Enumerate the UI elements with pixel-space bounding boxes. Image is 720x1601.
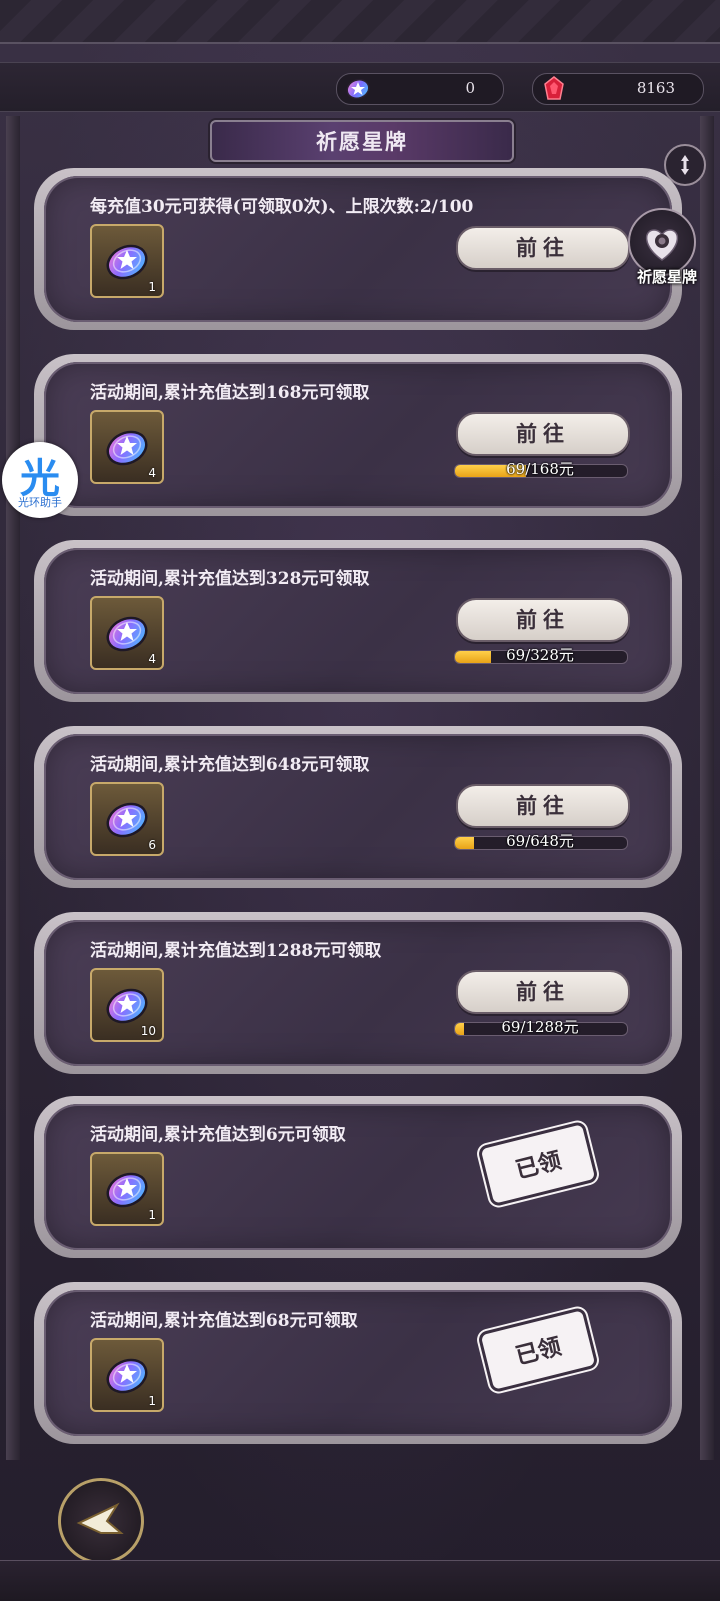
task-title: 活动期间,累计充值达到68元可领取 bbox=[90, 1311, 358, 1331]
star-card-count: 0 bbox=[465, 79, 475, 97]
halo-assistant-float[interactable]: 光 光环助手 bbox=[2, 442, 78, 518]
reward-count: 6 bbox=[148, 838, 156, 852]
reward-count: 1 bbox=[148, 1208, 156, 1222]
red-gem-count: 8163 bbox=[636, 79, 675, 97]
reward-item[interactable]: 1 bbox=[90, 1338, 164, 1412]
reward-count: 4 bbox=[148, 466, 156, 480]
page-title: 祈愿星牌 bbox=[316, 129, 408, 154]
halo-assistant-icon: 光 bbox=[20, 456, 60, 502]
reward-count: 1 bbox=[148, 280, 156, 294]
reward-item[interactable]: 10 bbox=[90, 968, 164, 1042]
task-card: 活动期间,累计充值达到648元可领取 6 前往 69/648元 bbox=[34, 726, 682, 888]
star-card-icon bbox=[346, 78, 370, 100]
star-card-icon bbox=[106, 988, 148, 1024]
task-card: 活动期间,累计充值达到168元可领取 4 前往 69/168元 bbox=[34, 354, 682, 516]
reward-item[interactable]: 4 bbox=[90, 596, 164, 670]
star-card-icon bbox=[106, 1358, 148, 1394]
reward-item[interactable]: 6 bbox=[90, 782, 164, 856]
star-card-icon bbox=[106, 1172, 148, 1208]
task-title: 每充值30元可获得(可领取0次)、上限次数:2/100 bbox=[90, 197, 474, 217]
reward-count: 10 bbox=[140, 1024, 156, 1038]
reward-item[interactable]: 1 bbox=[90, 224, 164, 298]
task-title: 活动期间,累计充值达到6元可领取 bbox=[90, 1125, 346, 1145]
red-gem-currency[interactable]: 8163 bbox=[532, 73, 704, 105]
progress-text: 69/328元 bbox=[506, 646, 574, 664]
goto-button[interactable]: 前往 bbox=[456, 970, 630, 1014]
rose-heart-icon bbox=[646, 229, 678, 261]
task-card: 活动期间,累计充值达到328元可领取 4 前往 69/328元 bbox=[34, 540, 682, 702]
star-card-icon bbox=[106, 802, 148, 838]
goto-button[interactable]: 前往 bbox=[456, 784, 630, 828]
bottom-ornament-bar bbox=[0, 1560, 720, 1601]
star-card-icon bbox=[106, 430, 148, 466]
top-pattern-bar bbox=[0, 0, 720, 44]
back-arrow-icon bbox=[76, 1502, 124, 1534]
task-card: 每充值30元可获得(可领取0次)、上限次数:2/100 1 前往 bbox=[34, 168, 682, 330]
right-frame-edge bbox=[700, 116, 714, 1460]
progress-text: 69/1288元 bbox=[501, 1018, 579, 1036]
reward-count: 1 bbox=[148, 1394, 156, 1408]
page-title-plate: 祈愿星牌 bbox=[210, 120, 514, 162]
back-button[interactable] bbox=[58, 1478, 144, 1564]
progress-text: 69/648元 bbox=[506, 832, 574, 850]
task-title: 活动期间,累计充值达到168元可领取 bbox=[90, 383, 370, 403]
reward-item[interactable]: 4 bbox=[90, 410, 164, 484]
task-card: 活动期间,累计充值达到6元可领取 1 已领 bbox=[34, 1096, 682, 1258]
goto-button[interactable]: 前往 bbox=[456, 598, 630, 642]
left-frame-edge bbox=[6, 116, 20, 1460]
halo-assistant-label: 光环助手 bbox=[18, 496, 62, 509]
star-card-icon bbox=[106, 616, 148, 652]
task-title: 活动期间,累计充值达到648元可领取 bbox=[90, 755, 370, 775]
goto-button[interactable]: 前往 bbox=[456, 226, 630, 270]
currency-bar: 0 8163 bbox=[0, 62, 720, 112]
reward-item[interactable]: 1 bbox=[90, 1152, 164, 1226]
wish-star-card-label: 祈愿星牌 bbox=[636, 268, 697, 286]
task-card: 活动期间,累计充值达到1288元可领取 10 前往 69/1288元 bbox=[34, 912, 682, 1074]
red-gem-icon bbox=[544, 76, 564, 100]
task-title: 活动期间,累计充值达到328元可领取 bbox=[90, 569, 370, 589]
goto-button[interactable]: 前往 bbox=[456, 412, 630, 456]
star-card-currency[interactable]: 0 bbox=[336, 73, 504, 105]
star-card-icon bbox=[106, 244, 148, 280]
task-title: 活动期间,累计充值达到1288元可领取 bbox=[90, 941, 382, 961]
reward-count: 4 bbox=[148, 652, 156, 666]
task-card: 活动期间,累计充值达到68元可领取 1 已领 bbox=[34, 1282, 682, 1444]
progress-text: 69/168元 bbox=[506, 460, 574, 478]
